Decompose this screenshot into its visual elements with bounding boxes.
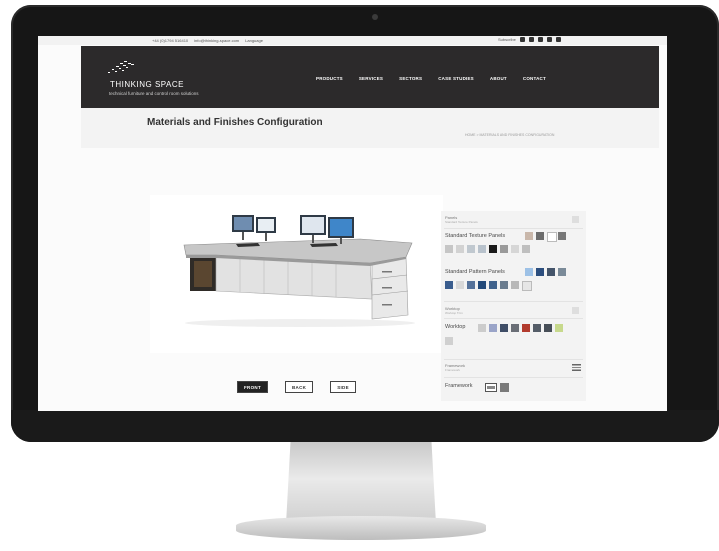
texture-swatch[interactable]	[489, 245, 497, 253]
texture-swatch[interactable]	[558, 232, 566, 240]
breadcrumb[interactable]: HOME > MATERIALS AND FINISHES CONFIGURAT…	[465, 133, 554, 137]
texture-swatch[interactable]	[547, 232, 557, 242]
console-desk-image	[183, 215, 415, 327]
pattern-swatch[interactable]	[547, 268, 555, 276]
worktop-swatch[interactable]	[533, 324, 541, 332]
monitor-stand-neck	[286, 442, 436, 524]
pattern-swatch[interactable]	[467, 281, 475, 289]
subscribe-link[interactable]: Subscribe	[498, 37, 516, 42]
config-panel: Panels Standard Texture Panels Standard …	[441, 211, 586, 401]
texture-swatch[interactable]	[511, 245, 519, 253]
nav-case-studies[interactable]: CASE STUDIES	[438, 76, 474, 81]
side-view-button[interactable]: SIDE	[330, 381, 356, 393]
twitter-icon[interactable]	[537, 37, 543, 42]
framework-grey-swatch[interactable]	[500, 383, 509, 392]
framework-selected-icon[interactable]	[572, 364, 581, 371]
pattern-swatch[interactable]	[511, 281, 519, 289]
back-view-button[interactable]: BACK	[285, 381, 314, 393]
framework-option-icon[interactable]	[485, 383, 497, 392]
worktop-swatch[interactable]	[489, 324, 497, 332]
view-buttons: FRONT BACK SIDE	[237, 381, 356, 393]
product-viewer	[150, 195, 443, 353]
panels-selected-swatch[interactable]	[572, 216, 579, 223]
nav-services[interactable]: SERVICES	[359, 76, 383, 81]
pattern-swatch[interactable]	[489, 281, 497, 289]
texture-swatch[interactable]	[522, 245, 530, 253]
texture-panels-heading: Standard Texture Panels	[445, 233, 506, 239]
pattern-swatch[interactable]	[478, 281, 486, 289]
front-view-button[interactable]: FRONT	[237, 381, 268, 393]
texture-swatch[interactable]	[445, 245, 453, 253]
email-link[interactable]: info@thinking-space.com	[194, 38, 239, 43]
worktop-swatch[interactable]	[445, 337, 453, 345]
rss-icon[interactable]	[528, 37, 534, 42]
panels-sublabel: Standard Texture Panels	[445, 220, 478, 224]
page-title-bar: Materials and Finishes Configuration HOM…	[81, 108, 659, 148]
nav-about[interactable]: ABOUT	[490, 76, 507, 81]
contact-links: +44 (0)1794 516410 info@thinking-space.c…	[152, 38, 263, 43]
main-nav: PRODUCTS SERVICES SECTORS CASE STUDIES A…	[316, 76, 546, 81]
pattern-swatch[interactable]	[500, 281, 508, 289]
divider	[444, 228, 583, 229]
pattern-panels-heading: Standard Pattern Panels	[445, 269, 505, 275]
worktop-swatch[interactable]	[544, 324, 552, 332]
texture-swatch[interactable]	[456, 245, 464, 253]
screen: +44 (0)1794 516410 info@thinking-space.c…	[38, 36, 667, 411]
facebook-icon[interactable]	[519, 37, 525, 42]
phone-link[interactable]: +44 (0)1794 516410	[152, 38, 188, 43]
divider	[444, 359, 583, 360]
utility-bar: +44 (0)1794 516410 info@thinking-space.c…	[38, 36, 667, 45]
nav-sectors[interactable]: SECTORS	[399, 76, 422, 81]
linkedin-icon[interactable]	[555, 37, 561, 42]
print-icon[interactable]	[546, 37, 552, 42]
nav-products[interactable]: PRODUCTS	[316, 76, 343, 81]
texture-swatch[interactable]	[525, 232, 533, 240]
nav-contact[interactable]: CONTACT	[523, 76, 546, 81]
worktop-swatch[interactable]	[511, 324, 519, 332]
framework-heading: Framework	[445, 383, 473, 389]
worktop-swatch[interactable]	[522, 324, 530, 332]
brand-name[interactable]: THINKING SPACE	[110, 80, 184, 89]
texture-swatch[interactable]	[467, 245, 475, 253]
pattern-swatch[interactable]	[456, 281, 464, 289]
worktop-selected-swatch[interactable]	[572, 307, 579, 314]
pattern-swatch[interactable]	[536, 268, 544, 276]
texture-swatch[interactable]	[500, 245, 508, 253]
page-title: Materials and Finishes Configuration	[147, 117, 323, 128]
divider	[444, 301, 583, 302]
worktop-sublabel: Worktop Trim	[445, 311, 463, 315]
pattern-swatch[interactable]	[445, 281, 453, 289]
language-link[interactable]: Language	[245, 38, 263, 43]
brand-tagline: technical furniture and control room sol…	[109, 91, 199, 96]
worktop-swatch[interactable]	[478, 324, 486, 332]
texture-swatch[interactable]	[536, 232, 544, 240]
monitor-frame: +44 (0)1794 516410 info@thinking-space.c…	[11, 5, 719, 442]
texture-swatch[interactable]	[478, 245, 486, 253]
camera-dot	[372, 14, 378, 20]
pattern-swatch[interactable]	[558, 268, 566, 276]
worktop-swatch[interactable]	[500, 324, 508, 332]
site-header: THINKING SPACE technical furniture and c…	[81, 46, 659, 108]
worktop-heading: Worktop	[445, 324, 466, 330]
framework-sublabel: Framework	[445, 368, 461, 372]
monitor-chin	[11, 410, 719, 442]
divider	[444, 377, 583, 378]
logo-mark-icon	[108, 61, 134, 73]
pattern-swatch[interactable]	[522, 281, 532, 291]
social-links: Subscribe	[498, 37, 561, 42]
divider	[444, 318, 583, 319]
worktop-swatch[interactable]	[555, 324, 563, 332]
monitor-stand-base	[236, 516, 486, 540]
pattern-swatch[interactable]	[525, 268, 533, 276]
